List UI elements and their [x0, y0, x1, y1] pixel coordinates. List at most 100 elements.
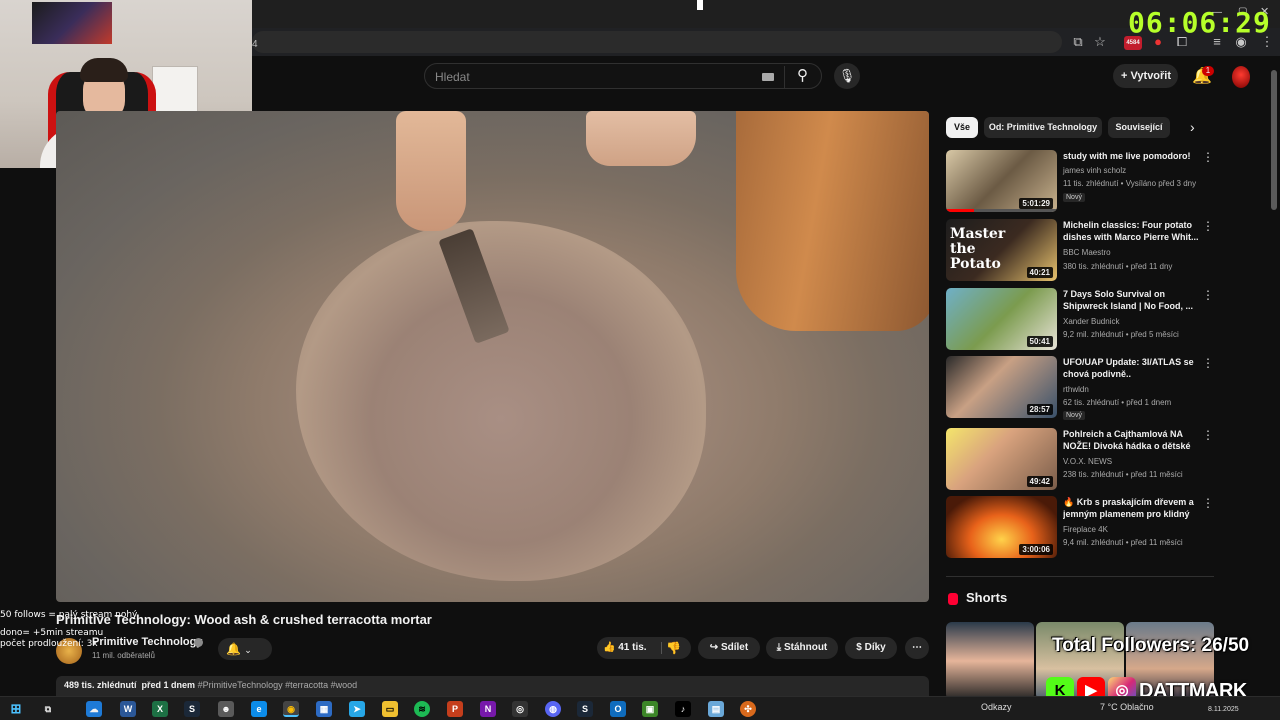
new-badge: Nový	[1063, 411, 1085, 420]
create-label: Vytvořit	[1130, 70, 1172, 82]
address-text: 4	[252, 39, 258, 50]
telegram-icon[interactable]: ➤	[349, 701, 365, 717]
search-icon[interactable]: ⚲	[784, 66, 820, 88]
spotify-icon[interactable]: ≋	[414, 701, 430, 717]
follower-goal-counter: Total Followers: 26/50	[1052, 635, 1250, 656]
video-duration: 3:00:06	[1019, 544, 1053, 555]
video-thumbnail[interactable]: 50:41	[946, 288, 1057, 350]
chip-all[interactable]: Vše	[946, 117, 978, 138]
page-scrollbar[interactable]	[1271, 70, 1277, 210]
hashtags[interactable]: #PrimitiveTechnology #terracotta #wood	[198, 680, 358, 690]
thanks-button[interactable]: $ Díky	[845, 637, 897, 659]
recommendation-channel[interactable]: rthwldn	[1063, 385, 1089, 394]
search-box[interactable]: Hledat ⚲	[424, 63, 822, 89]
weather-widget-icon[interactable]: ☁	[86, 701, 102, 717]
file-explorer-icon[interactable]: ▭	[382, 701, 398, 717]
recommendation-item[interactable]: 3:00:06 🔥 Krb s praskajícím dřevem a jem…	[946, 496, 1214, 558]
download-button[interactable]: ⤓ Stáhnout	[766, 637, 838, 659]
more-options-icon[interactable]: ⋮	[1202, 356, 1214, 370]
steam-icon[interactable]: S	[184, 701, 200, 717]
recommendation-title[interactable]: study with me live pomodoro!	[1063, 150, 1199, 162]
powerpoint-icon[interactable]: P	[447, 701, 463, 717]
microphone-icon[interactable]: 🎙	[834, 63, 860, 89]
more-options-icon[interactable]: ⋮	[1202, 219, 1214, 233]
video-thumbnail[interactable]: 28:57	[946, 356, 1057, 418]
download-label: Stáhnout	[783, 642, 828, 653]
recommendation-item[interactable]: 49:42 Pohlreich a Cajthamlová NA NOŽE! D…	[946, 428, 1214, 490]
recommendation-item[interactable]: Master the Potato 40:21 Michelin classic…	[946, 219, 1214, 281]
taskbar-date[interactable]: 8.11.2025	[1208, 706, 1239, 713]
video-thumbnail[interactable]: 49:42	[946, 428, 1057, 490]
chip-from-channel[interactable]: Od: Primitive Technology	[984, 117, 1102, 138]
recommendation-channel[interactable]: Fireplace 4K	[1063, 525, 1108, 534]
obs-icon[interactable]: ◎	[512, 701, 528, 717]
onenote-icon[interactable]: N	[480, 701, 496, 717]
divider	[946, 576, 1214, 577]
recommendation-title[interactable]: 🔥 Krb s praskajícím dřevem a jemným plam…	[1063, 496, 1199, 520]
outlook-icon[interactable]: O	[610, 701, 626, 717]
app-icon[interactable]: ▦	[316, 701, 332, 717]
account-avatar[interactable]	[1232, 66, 1250, 88]
word-icon[interactable]: W	[120, 701, 136, 717]
more-actions-button[interactable]: ⋯	[905, 637, 929, 659]
keyboard-icon[interactable]	[762, 73, 774, 81]
more-options-icon[interactable]: ⋮	[1202, 150, 1214, 164]
webcam-person-hair	[80, 58, 128, 82]
app-icon[interactable]: ✣	[740, 701, 756, 717]
more-options-icon[interactable]: ⋮	[1202, 288, 1214, 302]
recommendation-channel[interactable]: BBC Maestro	[1063, 248, 1111, 257]
more-icon: ⋯	[912, 642, 922, 653]
recommendation-meta: 62 tis. zhlédnutí • před 1 dnem	[1063, 398, 1172, 407]
recommendation-title[interactable]: UFO/UAP Update: 3I/ATLAS se chová podivn…	[1063, 356, 1199, 380]
edge-icon[interactable]: e	[251, 701, 267, 717]
recommendation-channel[interactable]: james vinh scholz	[1063, 166, 1126, 175]
recommendation-item[interactable]: 50:41 7 Days Solo Survival on Shipwreck …	[946, 288, 1214, 350]
more-options-icon[interactable]: ⋮	[1202, 428, 1214, 442]
share-button[interactable]: ↪ Sdílet	[698, 637, 760, 659]
recommendation-channel[interactable]: V.O.X. NEWS	[1063, 457, 1112, 466]
taskbar-links[interactable]: Odkazy	[981, 702, 1012, 712]
chrome-icon[interactable]: ◉	[283, 701, 299, 717]
recommendation-item[interactable]: 5:01:29 study with me live pomodoro! jam…	[946, 150, 1214, 212]
windows-start-icon[interactable]: ⊞	[8, 701, 24, 717]
install-app-icon[interactable]: ⧉	[1070, 34, 1086, 50]
discord-icon[interactable]: ◍	[545, 701, 561, 717]
description-box[interactable]: 489 tis. zhlédnutí před 1 dnem #Primitiv…	[56, 676, 929, 696]
minecraft-icon[interactable]: ▣	[642, 701, 658, 717]
video-thumbnail[interactable]: 3:00:06	[946, 496, 1057, 558]
recommendation-channel[interactable]: Xander Budnick	[1063, 317, 1119, 326]
search-placeholder: Hledat	[435, 70, 470, 84]
create-button[interactable]: + Vytvořit	[1113, 64, 1178, 88]
task-view-icon[interactable]: ⧉	[40, 701, 56, 717]
recommendation-title[interactable]: Pohlreich a Cajthamlová NA NOŽE! Divoká …	[1063, 428, 1199, 452]
notepad-icon[interactable]: ▤	[708, 701, 724, 717]
subscription-bell-button[interactable]: 🔔 ⌄	[218, 638, 272, 660]
tiktok-icon[interactable]: ♪	[675, 701, 691, 717]
video-frame-hand	[396, 111, 466, 231]
upload-date: před 1 dnem	[141, 680, 196, 690]
address-bar[interactable]: 4	[252, 31, 1062, 53]
chevron-right-icon[interactable]: ›	[1190, 119, 1195, 135]
extension-count-line: počet prodloužení: 3x	[0, 639, 98, 649]
chip-related[interactable]: Související	[1108, 117, 1170, 138]
notification-count: 1	[1202, 66, 1214, 76]
steam-icon[interactable]: S	[577, 701, 593, 717]
recommendation-item[interactable]: 28:57 UFO/UAP Update: 3I/ATLAS se chová …	[946, 356, 1214, 420]
video-thumbnail[interactable]: Master the Potato 40:21	[946, 219, 1057, 281]
short-thumbnail[interactable]	[946, 622, 1034, 700]
video-player[interactable]	[56, 111, 929, 602]
download-icon: ⤓	[776, 642, 782, 653]
taskbar-weather[interactable]: 7 °C Oblačno	[1100, 702, 1154, 712]
share-label: Sdílet	[720, 642, 749, 653]
excel-icon[interactable]: X	[152, 701, 168, 717]
bookmark-star-icon[interactable]: ☆	[1092, 34, 1108, 50]
recommendation-title[interactable]: Michelin classics: Four potato dishes wi…	[1063, 219, 1199, 243]
recommendation-title[interactable]: 7 Days Solo Survival on Shipwreck Island…	[1063, 288, 1199, 312]
recommendation-meta: 9,4 mil. zhlédnutí • před 11 měsíci	[1063, 538, 1183, 547]
dislike-button[interactable]: 👎	[666, 637, 681, 659]
video-thumbnail[interactable]: 5:01:29	[946, 150, 1057, 212]
video-frame-mortar-hole	[296, 221, 706, 581]
more-options-icon[interactable]: ⋮	[1202, 496, 1214, 510]
app-icon[interactable]: ☻	[218, 701, 234, 717]
shorts-title: Shorts	[966, 590, 1008, 605]
